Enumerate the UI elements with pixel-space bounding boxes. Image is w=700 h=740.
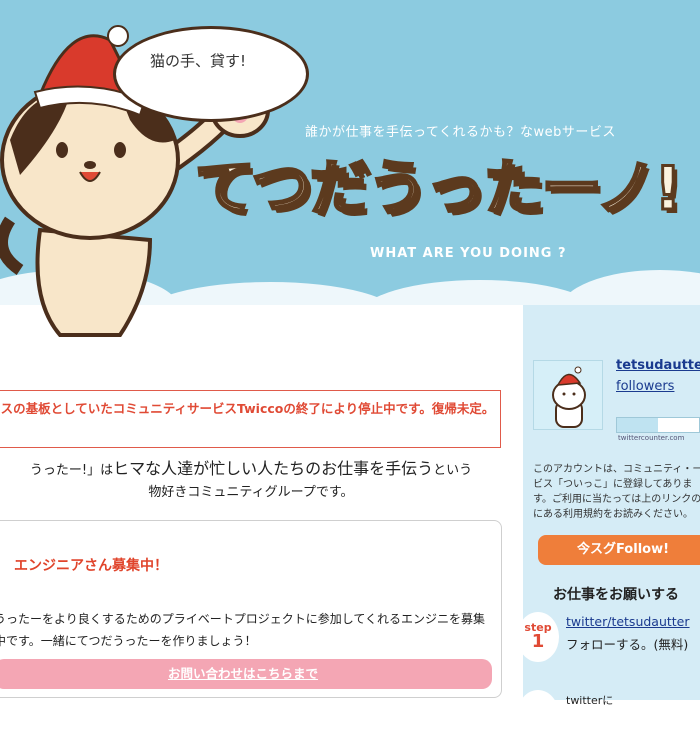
account-name-link[interactable]: tetsudautter (616, 358, 700, 373)
intro-suffix: という (433, 463, 473, 478)
twittercounter-label: twittercounter.com (618, 434, 685, 442)
service-suspended-notice: スの基板としていたコミュニティサービスTwiccoの終了により停止中です。復帰未… (0, 390, 501, 448)
site-subtitle: 誰かが仕事を手伝ってくれるかも？なwebサービス (305, 125, 616, 140)
step-1-text: フォローする。(無料) (566, 637, 689, 652)
speech-bubble-text: 猫の手、貸す! (150, 52, 247, 70)
twittercounter-widget[interactable] (616, 417, 700, 433)
step-2-text: twitterに (566, 694, 614, 707)
counter-fill (617, 418, 658, 432)
header-cloud (560, 270, 700, 305)
step-number: 1 (531, 631, 545, 652)
site-tagline: WHAT ARE YOU DOING ? (370, 246, 567, 261)
intro-prefix: うったー!」は (29, 463, 114, 478)
speech-bubble (113, 26, 309, 122)
intro-line2: 物好きコミュニティグループです。 (148, 485, 354, 500)
step-2-badge (517, 690, 559, 740)
account-description: このアカウントは、コミュニティ・ービス「ついっこ」に登録してありま す。ご利用に… (533, 464, 700, 520)
recruit-title: エンジニアさん募集中！ (14, 558, 168, 574)
followers-link[interactable]: followers (616, 379, 674, 394)
notice-text: スの基板としていたコミュニティサービスTwiccoの終了により停止中です。復帰未… (0, 401, 495, 416)
twitter-account-link[interactable]: twitter/tetsudautter (566, 614, 690, 629)
request-work-heading: お仕事をお願いする (553, 587, 679, 603)
contact-button[interactable]: お問い合わせはこちらまで (0, 659, 492, 689)
account-avatar[interactable] (533, 360, 603, 430)
follow-button[interactable]: 今スグFollow! (538, 535, 700, 565)
site-logo[interactable]: てつだうったーノ! (194, 140, 684, 227)
intro-highlight: ヒマな人達が忙しい人たちのお仕事を手伝う (113, 459, 434, 478)
intro-text: うったー!」はヒマな人達が忙しい人たちのお仕事を手伝うという 物好きコミュニティ… (0, 458, 506, 504)
cat-avatar-icon (552, 366, 586, 428)
recruit-body: うったーをより良くするためのプライベートプロジェクトに参加してくれるエンジニを募… (0, 612, 486, 648)
step-1-badge: step 1 (517, 612, 559, 662)
